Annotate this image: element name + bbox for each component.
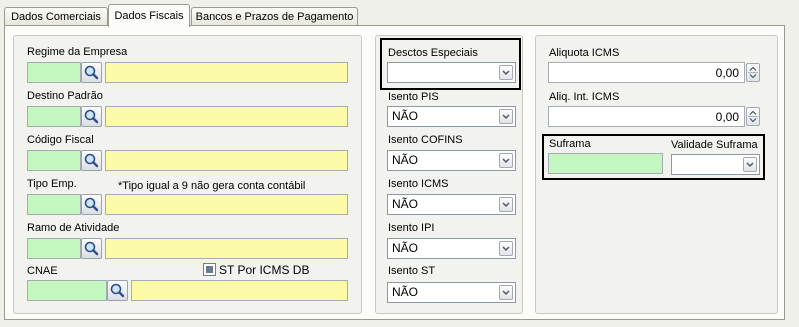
magnifier-icon xyxy=(84,153,99,168)
spin-arrows-icon xyxy=(748,66,758,79)
aliquota-label: Aliquota ICMS xyxy=(549,47,620,59)
spin-arrows-icon xyxy=(748,110,758,123)
st-icms-label: ST Por ICMS DB xyxy=(219,263,310,277)
checkbox-mark xyxy=(206,266,213,273)
magnifier-icon xyxy=(84,241,99,256)
magnifier-icon xyxy=(84,65,99,80)
codigo-fiscal-code-input[interactable] xyxy=(27,150,81,171)
isento-pis-label: Isento PIS xyxy=(388,91,439,103)
ramo-lookup-button[interactable] xyxy=(81,238,102,259)
chevron-down-icon[interactable] xyxy=(499,153,513,168)
codigo-fiscal-description xyxy=(105,150,348,171)
chevron-down-icon[interactable] xyxy=(499,241,513,256)
chevron-down-icon[interactable] xyxy=(499,285,513,300)
ramo-description xyxy=(105,238,348,259)
cnae-label: CNAE xyxy=(27,265,58,277)
select-value: NÃO xyxy=(392,109,419,123)
isento-ipi-select[interactable]: NÃO xyxy=(387,238,516,259)
destino-lookup-button[interactable] xyxy=(81,106,102,127)
isento-st-label: Isento ST xyxy=(388,265,436,277)
tab-bancos-prazos[interactable]: Bancos e Prazos de Pagamento xyxy=(191,7,358,26)
chevron-down-icon[interactable] xyxy=(499,109,513,124)
isento-icms-select[interactable]: NÃO xyxy=(387,194,516,215)
regime-label: Regime da Empresa xyxy=(27,46,128,58)
cnae-description xyxy=(131,280,348,301)
tipo-emp-note: *Tipo igual a 9 não gera conta contábil xyxy=(118,180,306,192)
aliq-int-label: Aliq. Int. ICMS xyxy=(549,91,620,103)
select-value: NÃO xyxy=(392,197,419,211)
magnifier-icon xyxy=(84,197,99,212)
aliquota-spin[interactable] xyxy=(746,63,760,82)
destino-code-input[interactable] xyxy=(27,106,81,127)
magnifier-icon xyxy=(84,109,99,124)
magnifier-icon xyxy=(110,283,125,298)
ramo-label: Ramo de Atividade xyxy=(27,222,120,234)
isento-pis-select[interactable]: NÃO xyxy=(387,106,516,127)
regime-lookup-button[interactable] xyxy=(81,62,102,83)
tipo-emp-label: Tipo Emp. xyxy=(27,178,77,190)
isento-ipi-label: Isento IPI xyxy=(388,222,435,234)
aliq-int-input[interactable]: 0,00 xyxy=(548,106,745,127)
tab-label: Dados Fiscais xyxy=(114,10,184,22)
st-icms-checkbox[interactable] xyxy=(203,263,216,276)
select-value: NÃO xyxy=(392,153,419,167)
tab-label: Bancos e Prazos de Pagamento xyxy=(195,11,354,23)
tipo-emp-lookup-button[interactable] xyxy=(81,194,102,215)
tab-dados-comerciais[interactable]: Dados Comerciais xyxy=(4,7,108,26)
tab-dados-fiscais[interactable]: Dados Fiscais xyxy=(108,4,190,27)
isento-st-select[interactable]: NÃO xyxy=(387,282,516,303)
cnae-lookup-button[interactable] xyxy=(107,280,128,301)
regime-description xyxy=(105,62,348,83)
codigo-fiscal-lookup-button[interactable] xyxy=(81,150,102,171)
isento-cofins-label: Isento COFINS xyxy=(388,134,463,146)
isento-cofins-select[interactable]: NÃO xyxy=(387,150,516,171)
isento-icms-label: Isento ICMS xyxy=(388,178,449,190)
chevron-down-icon[interactable] xyxy=(499,197,513,212)
cnae-code-input[interactable] xyxy=(27,280,107,301)
aliq-int-value: 0,00 xyxy=(715,110,739,124)
desctos-highlight xyxy=(380,38,521,90)
tipo-emp-code-input[interactable] xyxy=(27,194,81,215)
suframa-highlight xyxy=(542,134,765,180)
aliquota-input[interactable]: 0,00 xyxy=(548,62,745,83)
tipo-emp-description xyxy=(105,194,348,215)
destino-description xyxy=(105,106,348,127)
destino-label: Destino Padrão xyxy=(27,90,103,102)
codigo-fiscal-label: Código Fiscal xyxy=(27,134,94,146)
regime-code-input[interactable] xyxy=(27,62,81,83)
aliq-int-spin[interactable] xyxy=(746,107,760,126)
tab-label: Dados Comerciais xyxy=(11,11,101,23)
aliquota-value: 0,00 xyxy=(715,66,739,80)
select-value: NÃO xyxy=(392,285,419,299)
ramo-code-input[interactable] xyxy=(27,238,81,259)
select-value: NÃO xyxy=(392,241,419,255)
